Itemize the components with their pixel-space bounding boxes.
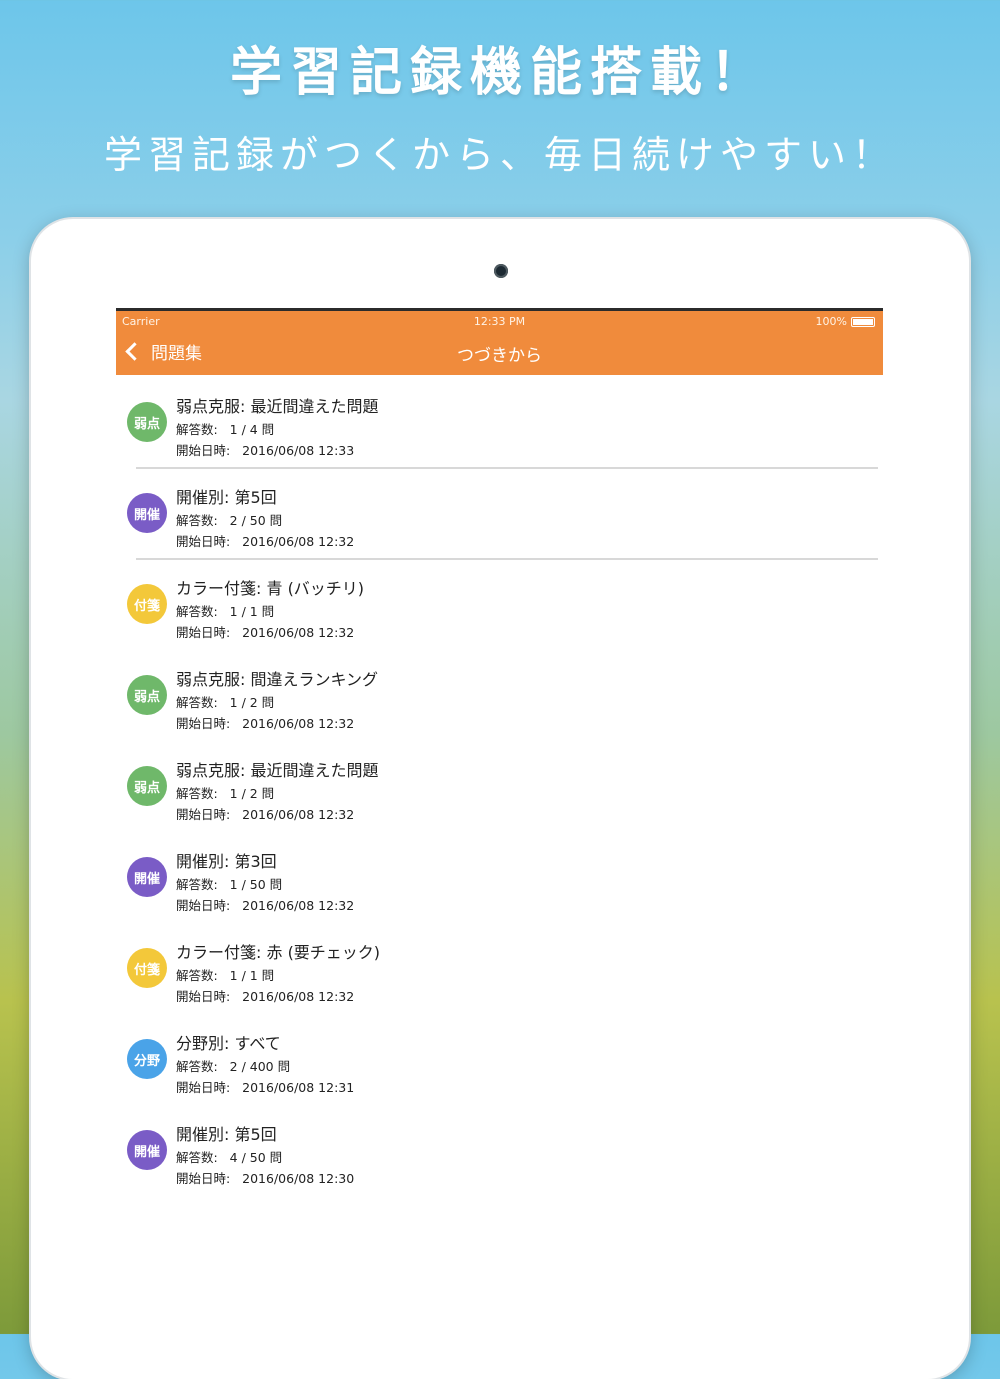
answered-line: 解答数: 1 / 2 問 bbox=[176, 783, 274, 802]
start-label: 開始日時: bbox=[176, 989, 231, 1004]
answered-label: 解答数: bbox=[176, 422, 218, 437]
start-label: 開始日時: bbox=[176, 625, 231, 640]
start-line: 開始日時: 2016/06/08 12:32 bbox=[176, 986, 354, 1005]
start-line: 開始日時: 2016/06/08 12:32 bbox=[176, 531, 354, 550]
list-item[interactable]: 開催 開催別: 第3回 解答数: 1 / 50 問開始日時: 2016/06/08 … bbox=[116, 833, 883, 924]
answered-line: 解答数: 1 / 1 問 bbox=[176, 965, 274, 984]
category-badge: 弱点 bbox=[127, 675, 167, 715]
start-label: 開始日時: bbox=[176, 1171, 231, 1186]
hero-title: 学習記録機能搭載！ bbox=[229, 43, 770, 103]
start-value: 2016/06/08 12:33 bbox=[242, 443, 355, 458]
answered-label: 解答数: bbox=[176, 968, 218, 983]
camera-icon bbox=[494, 264, 508, 278]
battery-icon bbox=[851, 316, 875, 327]
answered-line: 解答数: 1 / 2 問 bbox=[176, 692, 274, 711]
answered-line: 解答数: 4 / 50 問 bbox=[176, 1147, 282, 1166]
start-value: 2016/06/08 12:32 bbox=[242, 989, 355, 1004]
list-item[interactable]: 付箋 カラー付箋: 青 (バッチリ) 解答数: 1 / 1 問開始日時: 2016/… bbox=[116, 560, 883, 651]
answered-value: 2 / 400 問 bbox=[229, 1059, 291, 1074]
start-value: 2016/06/08 12:31 bbox=[242, 1080, 355, 1095]
answered-line: 解答数: 1 / 1 問 bbox=[176, 601, 274, 620]
category-badge: 付箋 bbox=[127, 584, 167, 624]
record-title: 開催別: 第5回 bbox=[176, 488, 277, 507]
start-value: 2016/06/08 12:32 bbox=[242, 534, 355, 549]
app-screen: Carrier 12:33 PM 100% 問題集 つづきから 弱点 弱点克服: … bbox=[116, 308, 883, 1351]
start-value: 2016/06/08 12:30 bbox=[242, 1171, 355, 1186]
answered-line: 解答数: 1 / 50 問 bbox=[176, 874, 282, 893]
start-line: 開始日時: 2016/06/08 12:32 bbox=[176, 895, 354, 914]
category-badge: 開催 bbox=[127, 493, 167, 533]
list-item[interactable]: 開催 開催別: 第5回 解答数: 4 / 50 問開始日時: 2016/06/08 … bbox=[116, 1106, 883, 1197]
start-value: 2016/06/08 12:32 bbox=[242, 807, 355, 822]
start-value: 2016/06/08 12:32 bbox=[242, 716, 355, 731]
record-title: カラー付箋: 青 (バッチリ) bbox=[176, 579, 365, 598]
start-value: 2016/06/08 12:32 bbox=[242, 625, 355, 640]
answered-value: 1 / 1 問 bbox=[229, 968, 275, 983]
status-time: 12:33 PM bbox=[473, 315, 526, 328]
battery-percent: 100% bbox=[815, 315, 847, 328]
answered-label: 解答数: bbox=[176, 604, 218, 619]
answered-value: 1 / 50 問 bbox=[229, 877, 283, 892]
page-title: つづきから bbox=[457, 346, 542, 366]
start-line: 開始日時: 2016/06/08 12:32 bbox=[176, 713, 354, 732]
answered-line: 解答数: 1 / 4 問 bbox=[176, 419, 274, 438]
answered-value: 2 / 50 問 bbox=[229, 513, 283, 528]
record-list: 弱点 弱点克服: 最近間違えた問題 解答数: 1 / 4 問開始日時: 2016/0… bbox=[116, 378, 883, 1197]
answered-value: 1 / 1 問 bbox=[229, 604, 275, 619]
record-title: 開催別: 第5回 bbox=[176, 1125, 277, 1144]
start-label: 開始日時: bbox=[176, 716, 231, 731]
answered-label: 解答数: bbox=[176, 695, 218, 710]
hero-subtitle: 学習記録がつくから、毎日続けやすい！ bbox=[103, 133, 896, 177]
list-item[interactable]: 弱点 弱点克服: 間違えランキング 解答数: 1 / 2 問開始日時: 2016/0… bbox=[116, 651, 883, 742]
start-line: 開始日時: 2016/06/08 12:32 bbox=[176, 804, 354, 823]
answered-value: 4 / 50 問 bbox=[229, 1150, 283, 1165]
category-badge: 付箋 bbox=[127, 948, 167, 988]
start-label: 開始日時: bbox=[176, 807, 231, 822]
category-badge: 分野 bbox=[127, 1039, 167, 1079]
answered-label: 解答数: bbox=[176, 877, 218, 892]
start-label: 開始日時: bbox=[176, 443, 231, 458]
list-item[interactable]: 弱点 弱点克服: 最近間違えた問題 解答数: 1 / 2 問開始日時: 2016/0… bbox=[116, 742, 883, 833]
start-line: 開始日時: 2016/06/08 12:31 bbox=[176, 1077, 354, 1096]
answered-label: 解答数: bbox=[176, 1059, 218, 1074]
start-value: 2016/06/08 12:32 bbox=[242, 898, 355, 913]
category-badge: 開催 bbox=[127, 857, 167, 897]
category-badge: 開催 bbox=[127, 1130, 167, 1170]
start-label: 開始日時: bbox=[176, 898, 231, 913]
category-badge: 弱点 bbox=[127, 402, 167, 442]
answered-label: 解答数: bbox=[176, 1150, 218, 1165]
answered-line: 解答数: 2 / 50 問 bbox=[176, 510, 282, 529]
list-item[interactable]: 付箋 カラー付箋: 赤 (要チェック) 解答数: 1 / 1 問開始日時: 2016… bbox=[116, 924, 883, 1015]
list-item[interactable]: 開催 開催別: 第5回 解答数: 2 / 50 問開始日時: 2016/06/08 … bbox=[116, 469, 883, 560]
record-title: 開催別: 第3回 bbox=[176, 852, 277, 871]
answered-line: 解答数: 2 / 400 問 bbox=[176, 1056, 290, 1075]
navigation-bar: Carrier 12:33 PM 100% 問題集 つづきから bbox=[116, 311, 883, 375]
status-battery: 100% bbox=[816, 315, 875, 328]
record-title: カラー付箋: 赤 (要チェック) bbox=[176, 943, 381, 962]
answered-value: 1 / 4 問 bbox=[229, 422, 275, 437]
answered-label: 解答数: bbox=[176, 513, 218, 528]
start-line: 開始日時: 2016/06/08 12:33 bbox=[176, 440, 354, 459]
answered-value: 1 / 2 問 bbox=[229, 786, 275, 801]
record-title: 弱点克服: 最近間違えた問題 bbox=[176, 761, 379, 780]
list-item[interactable]: 弱点 弱点克服: 最近間違えた問題 解答数: 1 / 4 問開始日時: 2016/0… bbox=[116, 378, 883, 469]
start-line: 開始日時: 2016/06/08 12:32 bbox=[176, 622, 354, 641]
tablet-frame: Carrier 12:33 PM 100% 問題集 つづきから 弱点 弱点克服: … bbox=[31, 219, 969, 1379]
category-badge: 弱点 bbox=[127, 766, 167, 806]
record-title: 弱点克服: 最近間違えた問題 bbox=[176, 397, 379, 416]
record-title: 分野別: すべて bbox=[176, 1034, 281, 1053]
record-title: 弱点克服: 間違えランキング bbox=[176, 670, 378, 689]
list-item[interactable]: 分野 分野別: すべて 解答数: 2 / 400 問開始日時: 2016/06/08… bbox=[116, 1015, 883, 1106]
start-label: 開始日時: bbox=[176, 1080, 231, 1095]
start-line: 開始日時: 2016/06/08 12:30 bbox=[176, 1168, 354, 1187]
answered-value: 1 / 2 問 bbox=[229, 695, 275, 710]
start-label: 開始日時: bbox=[176, 534, 231, 549]
answered-label: 解答数: bbox=[176, 786, 218, 801]
